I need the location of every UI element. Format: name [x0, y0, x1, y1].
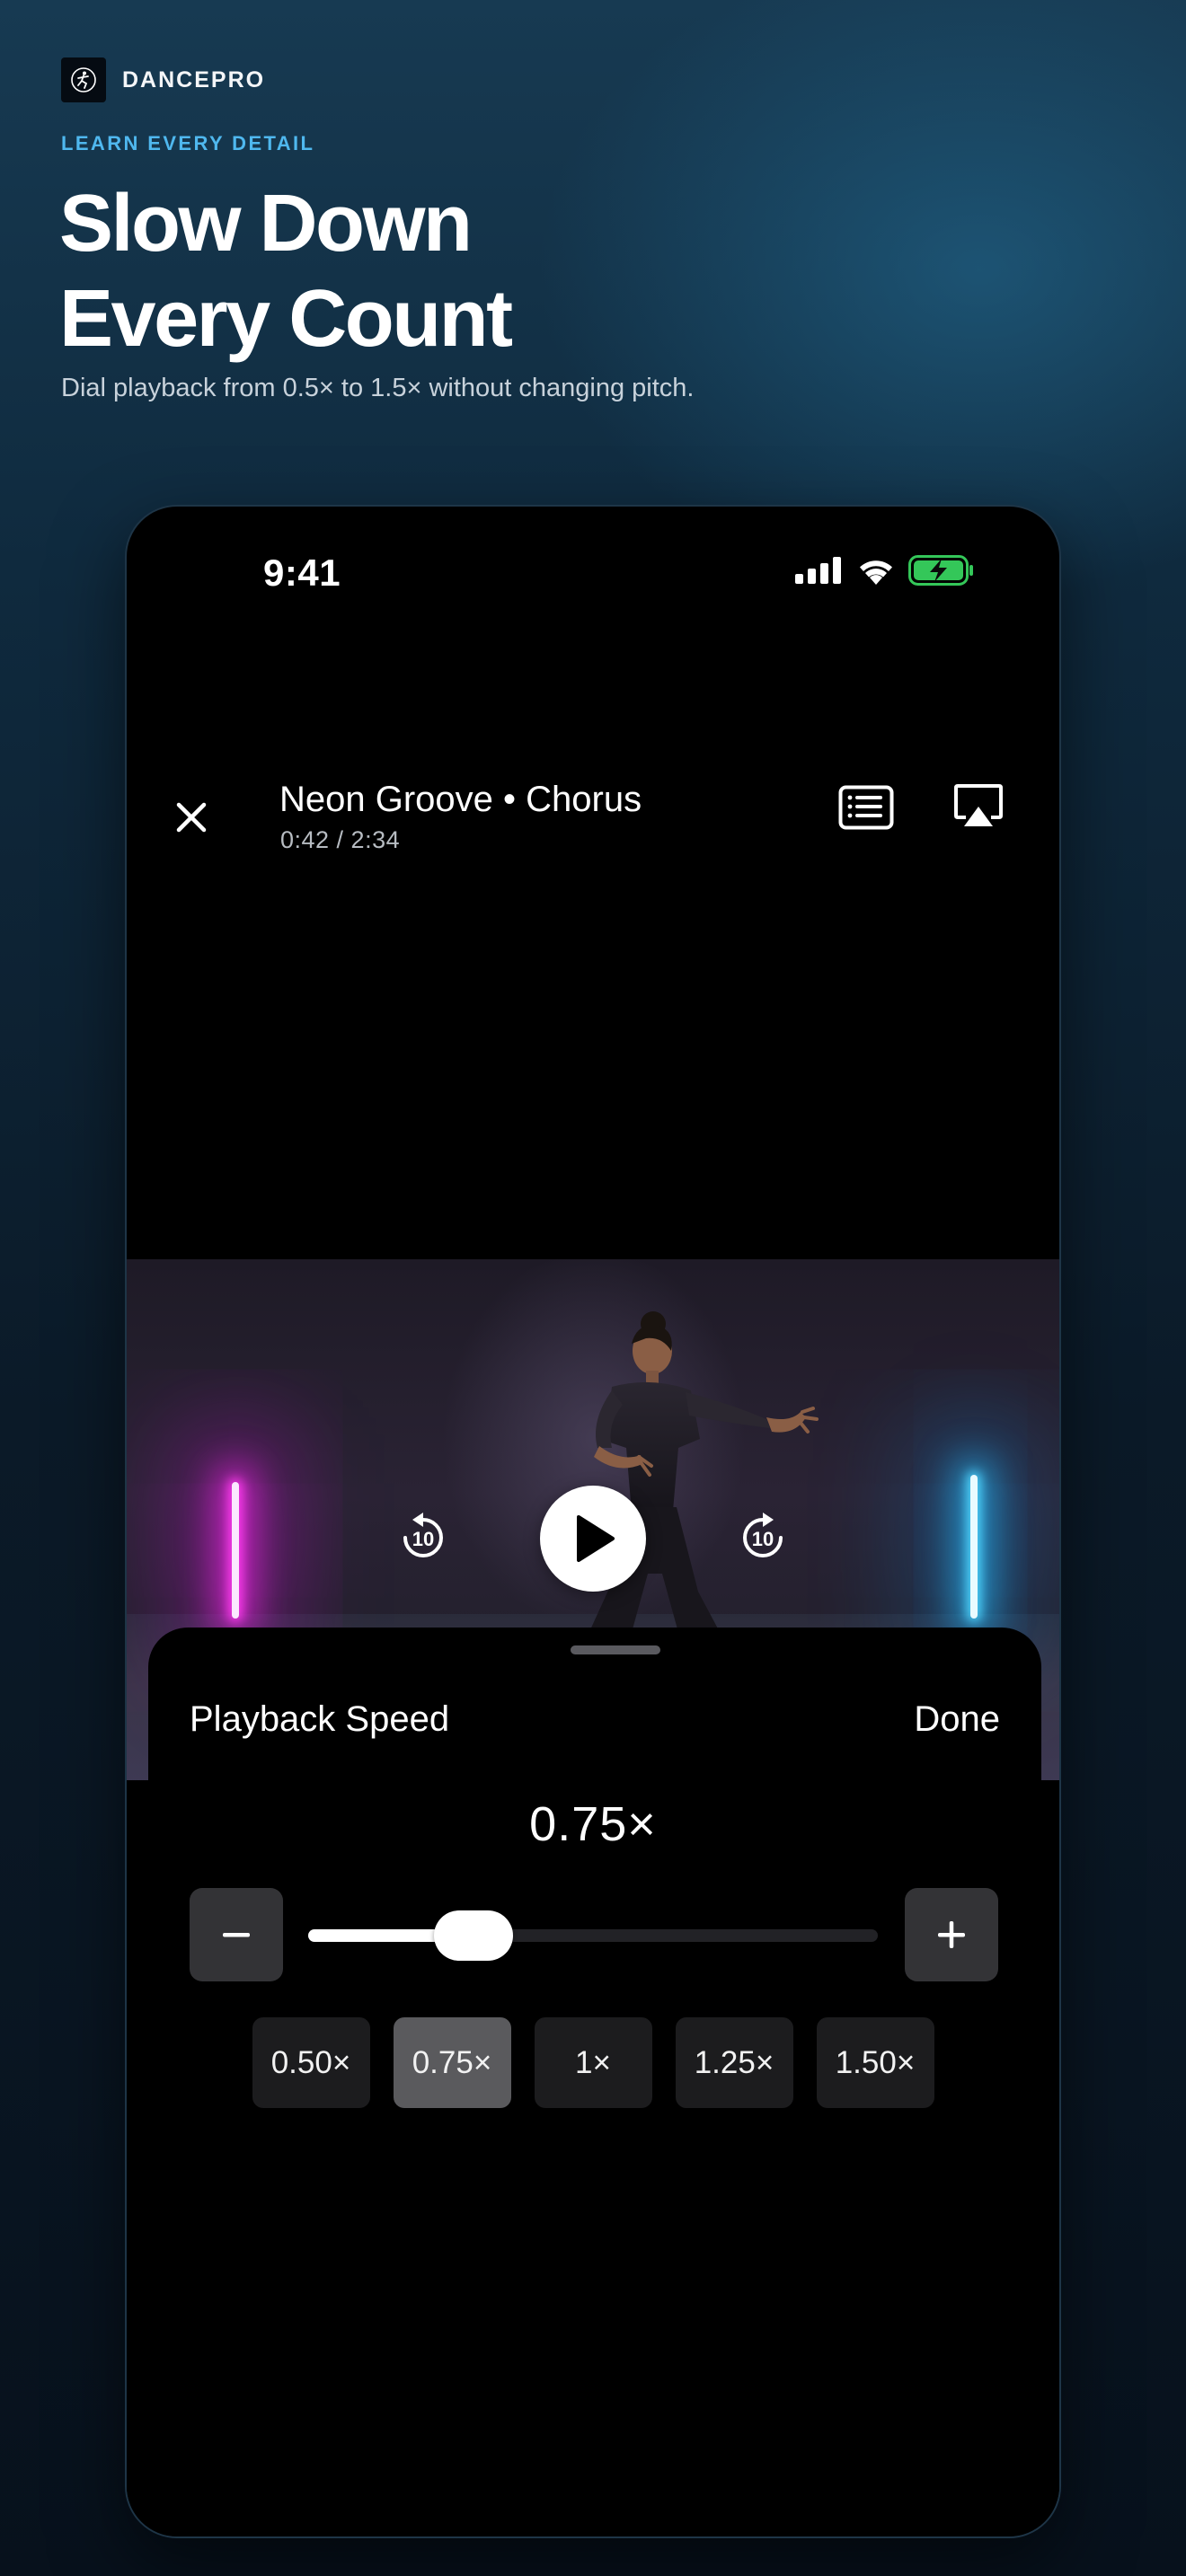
- play-button[interactable]: [540, 1486, 646, 1592]
- eyebrow-text: LEARN EVERY DETAIL: [61, 132, 315, 154]
- chapters-icon: [838, 785, 894, 830]
- skip-back-label: 10: [412, 1528, 434, 1550]
- track-time: 0:42 / 2:34: [280, 826, 401, 853]
- dancer-logo-icon: [61, 57, 106, 102]
- plus-icon: [938, 1921, 965, 1948]
- decrease-speed-button[interactable]: [190, 1888, 283, 1981]
- play-icon: [577, 1515, 615, 1562]
- phone-screen: 9:41 Neon Groove • Chorus 0:42 / 2:34 10…: [125, 505, 1061, 2538]
- airplay-icon: [954, 784, 1003, 826]
- preset-0.50x[interactable]: 0.50×: [252, 2017, 370, 2108]
- speed-presets: 0.50× 0.75× 1× 1.25× 1.50×: [127, 2017, 1059, 2108]
- close-button[interactable]: [166, 792, 217, 842]
- battery-charging-icon: [908, 555, 973, 586]
- preset-1.25x[interactable]: 1.25×: [675, 2017, 793, 2108]
- cellular-signal-icon: [795, 557, 841, 584]
- skip-back-10-icon: 10: [403, 1513, 443, 1557]
- neon-light-left: [232, 1482, 239, 1619]
- track-title: Neon Groove • Chorus: [279, 780, 642, 819]
- current-speed-value: 0.75×: [529, 1797, 657, 1851]
- hero-headline: Slow Down Every Count: [59, 176, 513, 366]
- headline-line-1: Slow Down: [59, 179, 473, 269]
- airplay-button[interactable]: [953, 783, 1009, 835]
- speed-slider[interactable]: [308, 1910, 878, 1961]
- increase-speed-button[interactable]: [905, 1888, 998, 1981]
- neon-light-right: [970, 1475, 978, 1619]
- preset-1.50x[interactable]: 1.50×: [816, 2017, 934, 2108]
- skip-forward-label: 10: [752, 1528, 774, 1550]
- status-icons: [795, 555, 975, 586]
- preset-1x[interactable]: 1×: [534, 2017, 652, 2108]
- preset-0.75x[interactable]: 0.75×: [393, 2017, 511, 2108]
- done-button[interactable]: Done: [914, 1699, 1000, 1740]
- wifi-icon: [860, 560, 892, 585]
- brand-name: DANCEPRO: [122, 66, 266, 93]
- speed-slider-thumb[interactable]: [433, 1910, 513, 1961]
- skip-forward-10-icon: 10: [743, 1513, 783, 1557]
- skip-back-button[interactable]: 10: [394, 1509, 452, 1566]
- sheet-grabber[interactable]: [571, 1645, 660, 1654]
- close-icon: [176, 802, 207, 833]
- dancer-figure: [583, 1311, 819, 1645]
- brand-lockup: DANCEPRO: [61, 57, 265, 102]
- minus-icon: [223, 1933, 250, 1937]
- hero-subline: Dial playback from 0.5× to 1.5× without …: [61, 374, 695, 402]
- status-time: 9:41: [263, 551, 341, 594]
- headline-line-2: Every Count: [59, 274, 513, 364]
- sheet-title: Playback Speed: [190, 1699, 450, 1739]
- player-header: Neon Groove • Chorus 0:42 / 2:34: [127, 767, 1059, 857]
- speed-sheet-header: Playback Speed Done: [148, 1628, 1041, 1789]
- skip-forward-button[interactable]: 10: [734, 1509, 792, 1566]
- chapters-button[interactable]: [838, 785, 901, 837]
